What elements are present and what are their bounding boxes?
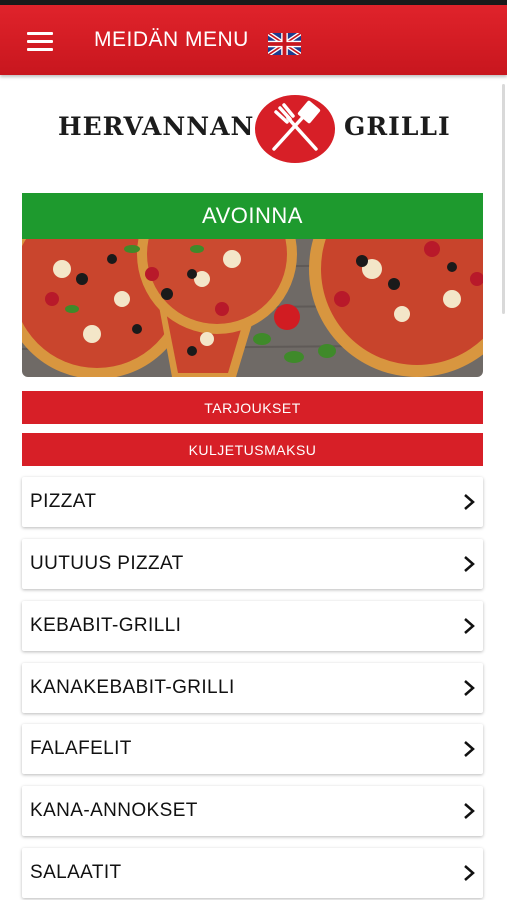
category-item-kana-annokset[interactable]: KANA-ANNOKSET [22,786,483,836]
category-label: PIZZAT [30,491,97,512]
uk-flag-icon[interactable] [268,33,301,55]
delivery-fee-button[interactable]: KULJETUSMAKSU [22,433,483,466]
chevron-right-icon [464,680,475,696]
open-status-banner: AVOINNA [22,193,483,239]
category-item-uutuus-pizzat[interactable]: UUTUUS PIZZAT [22,539,483,589]
category-item-pizzat[interactable]: PIZZAT [22,477,483,527]
category-item-kebabit-grilli[interactable]: KEBABIT-GRILLI [22,601,483,651]
category-item-falafelit[interactable]: FALAFELIT [22,724,483,774]
app-header: MEIDÄN MENU [0,5,507,75]
fork-spatula-icon [255,95,335,163]
offers-button[interactable]: TARJOUKSET [22,391,483,424]
category-label: SALAATIT [30,862,122,883]
chevron-right-icon [464,618,475,634]
logo-text-right: GRILLI [344,112,451,141]
category-item-kanakebabit-grilli[interactable]: KANAKEBABIT-GRILLI [22,663,483,713]
chevron-right-icon [464,494,475,510]
category-label: UUTUUS PIZZAT [30,553,184,574]
logo-text-left: HERVANNAN [58,112,255,141]
category-label: FALAFELIT [30,738,132,759]
chevron-right-icon [464,865,475,881]
category-label: KANA-ANNOKSET [30,800,198,821]
category-label: KEBABIT-GRILLI [30,615,182,636]
chevron-right-icon [464,803,475,819]
hamburger-icon[interactable] [27,32,53,52]
chevron-right-icon [464,741,475,757]
header-title: MEIDÄN MENU [94,28,249,51]
category-label: KANAKEBABIT-GRILLI [30,677,235,698]
chevron-right-icon [464,556,475,572]
category-item-salaatit[interactable]: SALAATIT [22,848,483,898]
pizza-photo [22,239,483,377]
scrollbar[interactable] [502,84,505,314]
